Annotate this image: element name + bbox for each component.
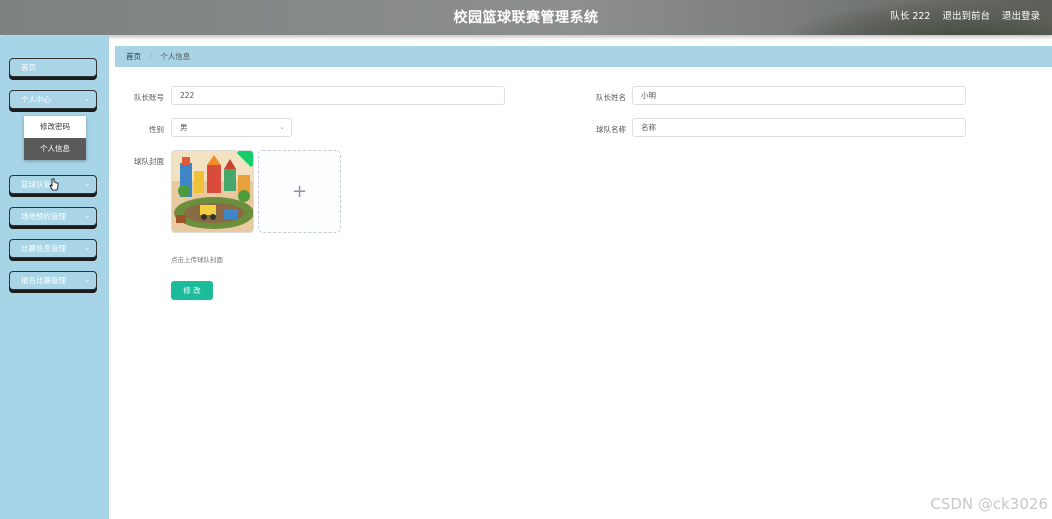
sidebar-item-home[interactable]: 首页 [9, 58, 97, 77]
captain-name-value: 小明 [641, 91, 656, 100]
chevron-down-icon: ⌄ [84, 244, 90, 252]
sidebar-item-match-info[interactable]: 比赛信息管理 ⌄ [9, 239, 97, 258]
chevron-down-icon: ⌄ [84, 276, 90, 284]
modify-button[interactable]: 修 改 [171, 281, 213, 300]
chevron-down-icon: ⌄ [84, 212, 90, 220]
logout-link[interactable]: 退出登录 [1002, 8, 1040, 22]
upload-hint: 点击上传球队封面 [171, 256, 223, 264]
sidebar-item-label: 比赛信息管理 [21, 244, 66, 253]
team-cover-image[interactable] [171, 150, 254, 233]
captain-account-field[interactable]: 222 [171, 86, 505, 105]
sidebar-item-match-registration[interactable]: 报名比赛管理 ⌄ [9, 271, 97, 290]
header-user-area: 队长 222 退出到前台 退出登录 [890, 8, 1040, 22]
current-user-label: 队长 222 [890, 11, 931, 22]
breadcrumb-current: 个人信息 [160, 52, 191, 61]
team-cover-label: 球队封面 [134, 157, 164, 166]
plus-icon: + [291, 181, 308, 202]
team-name-label: 球队名称 [596, 125, 626, 134]
gender-select[interactable]: 男 ⌄ [171, 118, 292, 137]
team-name-value: 名称 [641, 123, 656, 132]
breadcrumb: 首页 / 个人信息 [115, 46, 1052, 67]
breadcrumb-separator: / [149, 52, 152, 61]
submenu-item-personal-info[interactable]: 个人信息 [24, 138, 86, 160]
submenu-item-change-password[interactable]: 修改密码 [24, 116, 86, 138]
sidebar-item-label: 个人中心 [21, 95, 51, 104]
watermark: CSDN @ck3026 [930, 495, 1048, 513]
back-to-front-link[interactable]: 退出到前台 [942, 8, 990, 22]
breadcrumb-home[interactable]: 首页 [126, 52, 141, 61]
top-header: 校园篮球联赛管理系统 队长 222 退出到前台 退出登录 [0, 0, 1052, 35]
personal-center-submenu: 修改密码 个人信息 [24, 116, 86, 160]
chevron-down-icon: ⌄ [279, 123, 285, 131]
captain-account-value: 222 [180, 91, 195, 100]
sidebar-item-label: 首页 [21, 63, 36, 72]
chevron-down-icon: ⌄ [84, 180, 90, 188]
captain-account-label: 队长账号 [134, 93, 164, 102]
upload-cover-button[interactable]: + [258, 150, 341, 233]
captain-name-field[interactable]: 小明 [632, 86, 966, 105]
toy-blocks-image [172, 151, 253, 232]
sidebar-item-label: 报名比赛管理 [21, 276, 66, 285]
sidebar-item-venue-booking[interactable]: 场地预约管理 ⌄ [9, 207, 97, 226]
hand-cursor-icon [49, 178, 59, 191]
gender-label: 性别 [149, 125, 164, 134]
sidebar-item-personal-center[interactable]: 个人中心 ⌄ [9, 90, 97, 109]
gender-value: 男 [180, 123, 188, 132]
sidebar-item-label: 场地预约管理 [21, 212, 66, 221]
team-name-field[interactable]: 名称 [632, 118, 966, 137]
captain-name-label: 队长姓名 [596, 93, 626, 102]
chevron-down-icon: ⌄ [84, 95, 90, 103]
